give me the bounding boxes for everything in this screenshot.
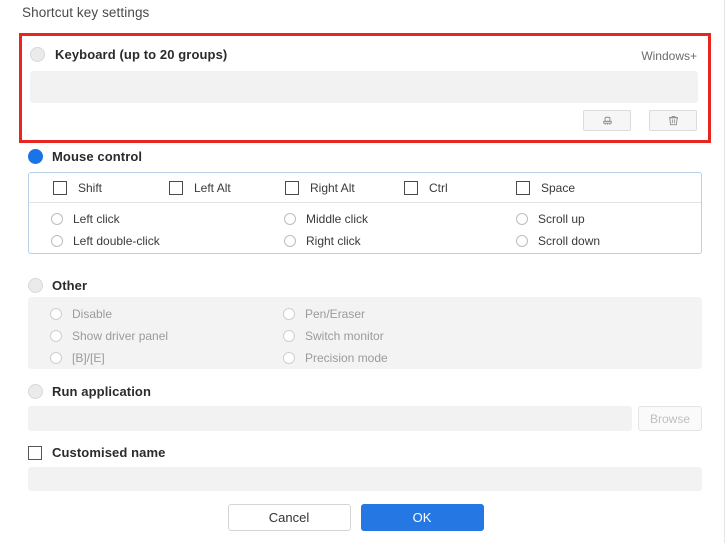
keyboard-hint-label: Windows+ xyxy=(641,49,697,63)
other-disable-label: Disable xyxy=(72,307,113,321)
action-left-double-click-label: Left double-click xyxy=(73,234,160,248)
other-brush-eraser-toggle[interactable]: [B]/[E] xyxy=(50,351,105,365)
radio-brush-eraser-toggle[interactable] xyxy=(50,352,62,364)
radio-right-click[interactable] xyxy=(284,235,296,247)
customised-name-checkbox[interactable] xyxy=(28,445,42,460)
modifier-right-alt-label: Right Alt xyxy=(310,181,355,195)
modifier-right-alt[interactable]: Right Alt xyxy=(285,181,355,195)
shortcut-key-settings-dialog: Shortcut key settings Keyboard (up to 20… xyxy=(0,0,725,543)
other-radio[interactable] xyxy=(28,278,43,293)
clear-button[interactable] xyxy=(583,110,631,131)
run-application-radio[interactable] xyxy=(28,384,43,399)
action-middle-click[interactable]: Middle click xyxy=(284,212,368,226)
modifier-shift-label: Shift xyxy=(78,181,103,195)
keyboard-button-row xyxy=(583,110,697,131)
run-application-path-input[interactable] xyxy=(28,406,632,431)
radio-switch-monitor[interactable] xyxy=(283,330,295,342)
browse-button[interactable]: Browse xyxy=(638,406,702,431)
radio-scroll-up[interactable] xyxy=(516,213,528,225)
modifier-keys-row: Shift Left Alt Right Alt Ctrl Space xyxy=(29,173,701,203)
customised-name-row[interactable]: Customised name xyxy=(28,445,165,460)
modifier-space[interactable]: Space xyxy=(516,181,575,195)
action-left-click[interactable]: Left click xyxy=(51,212,120,226)
ok-button[interactable]: OK xyxy=(360,504,484,531)
radio-disable[interactable] xyxy=(50,308,62,320)
modifier-ctrl-label: Ctrl xyxy=(429,181,448,195)
brush-icon xyxy=(601,114,614,127)
other-disable[interactable]: Disable xyxy=(50,307,112,321)
action-left-double-click[interactable]: Left double-click xyxy=(51,234,160,248)
action-left-click-label: Left click xyxy=(73,212,120,226)
keyboard-input[interactable] xyxy=(30,71,698,103)
radio-left-click[interactable] xyxy=(51,213,63,225)
other-pen-eraser[interactable]: Pen/Eraser xyxy=(283,307,365,321)
modifier-space-label: Space xyxy=(541,181,576,195)
radio-scroll-down[interactable] xyxy=(516,235,528,247)
keyboard-label: Keyboard (up to 20 groups) xyxy=(55,47,228,62)
mouse-control-option-row[interactable]: Mouse control xyxy=(28,149,142,164)
other-options-panel: Disable Show driver panel [B]/[E] Pen/Er… xyxy=(28,297,702,369)
customised-name-input[interactable] xyxy=(28,467,702,491)
run-application-label: Run application xyxy=(52,384,151,399)
checkbox-shift[interactable] xyxy=(53,181,67,195)
radio-pen-eraser[interactable] xyxy=(283,308,295,320)
action-right-click[interactable]: Right click xyxy=(284,234,361,248)
action-scroll-down-label: Scroll down xyxy=(538,234,601,248)
keyboard-option-row[interactable]: Keyboard (up to 20 groups) xyxy=(30,47,227,62)
delete-button[interactable] xyxy=(649,110,697,131)
checkbox-ctrl[interactable] xyxy=(404,181,418,195)
trash-icon xyxy=(667,114,680,127)
keyboard-radio[interactable] xyxy=(30,47,45,62)
checkbox-space[interactable] xyxy=(516,181,530,195)
mouse-control-radio[interactable] xyxy=(28,149,43,164)
other-label: Other xyxy=(52,278,88,293)
modifier-shift[interactable]: Shift xyxy=(53,181,102,195)
action-middle-click-label: Middle click xyxy=(306,212,369,226)
checkbox-right-alt[interactable] xyxy=(285,181,299,195)
other-show-driver-panel[interactable]: Show driver panel xyxy=(50,329,168,343)
other-pen-eraser-label: Pen/Eraser xyxy=(305,307,366,321)
action-scroll-down[interactable]: Scroll down xyxy=(516,234,600,248)
other-show-driver-panel-label: Show driver panel xyxy=(72,329,169,343)
other-option-row[interactable]: Other xyxy=(28,278,87,293)
run-application-option-row[interactable]: Run application xyxy=(28,384,151,399)
other-switch-monitor[interactable]: Switch monitor xyxy=(283,329,384,343)
radio-left-double-click[interactable] xyxy=(51,235,63,247)
customised-name-label: Customised name xyxy=(52,445,166,460)
checkbox-left-alt[interactable] xyxy=(169,181,183,195)
action-right-click-label: Right click xyxy=(306,234,361,248)
mouse-control-label: Mouse control xyxy=(52,149,143,164)
other-switch-monitor-label: Switch monitor xyxy=(305,329,384,343)
action-scroll-up[interactable]: Scroll up xyxy=(516,212,585,226)
radio-show-driver-panel[interactable] xyxy=(50,330,62,342)
other-precision-mode[interactable]: Precision mode xyxy=(283,351,388,365)
page-title: Shortcut key settings xyxy=(22,5,150,20)
radio-precision-mode[interactable] xyxy=(283,352,295,364)
action-scroll-up-label: Scroll up xyxy=(538,212,585,226)
modifier-ctrl[interactable]: Ctrl xyxy=(404,181,448,195)
modifier-left-alt-label: Left Alt xyxy=(194,181,231,195)
other-precision-mode-label: Precision mode xyxy=(305,351,388,365)
cancel-button[interactable]: Cancel xyxy=(227,504,351,531)
dialog-footer: Cancel OK xyxy=(0,504,711,531)
other-brush-eraser-toggle-label: [B]/[E] xyxy=(72,351,105,365)
radio-middle-click[interactable] xyxy=(284,213,296,225)
mouse-control-panel: Shift Left Alt Right Alt Ctrl Space Left… xyxy=(28,172,702,254)
modifier-left-alt[interactable]: Left Alt xyxy=(169,181,231,195)
